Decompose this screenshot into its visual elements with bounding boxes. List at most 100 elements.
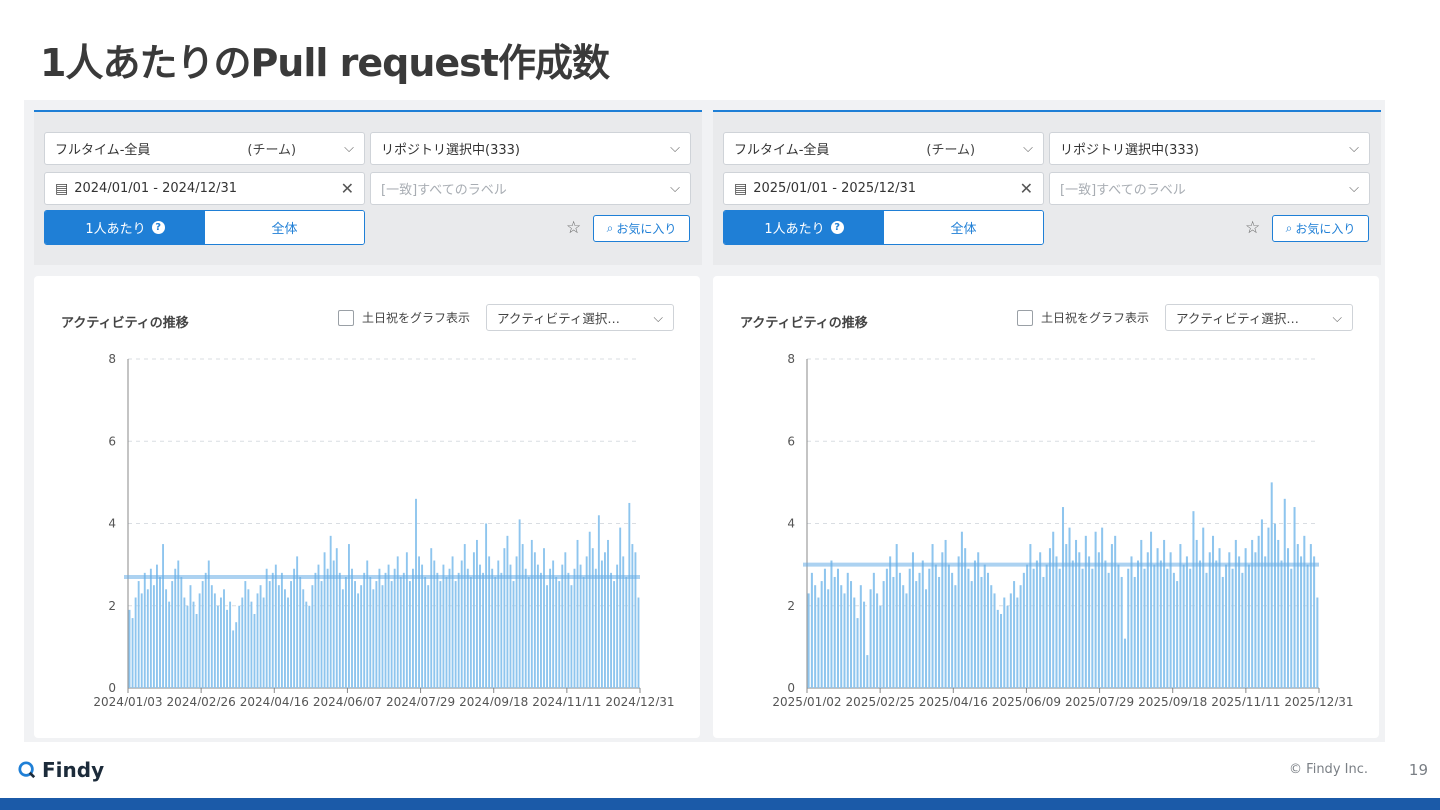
card-title: アクティビティの推移 <box>740 316 868 331</box>
label-select[interactable]: [一致]すべてのラベル ⌵ <box>1049 172 1370 205</box>
bar <box>823 568 826 688</box>
bar <box>317 564 320 688</box>
bar <box>1189 568 1192 688</box>
bar <box>1094 531 1097 688</box>
bar <box>497 560 500 688</box>
repo-select[interactable]: リポジトリ選択中(333) ⌵ <box>370 132 691 165</box>
per-person-tab[interactable]: 1人あたり ? <box>724 211 884 244</box>
weekend-checkbox[interactable]: 土日祝をグラフ表示 <box>1017 309 1149 326</box>
bar <box>415 498 417 688</box>
chevron-down-icon: ⌵ <box>1023 141 1033 156</box>
help-icon[interactable]: ? <box>151 221 165 234</box>
bar <box>996 609 999 688</box>
bar <box>1026 564 1029 688</box>
bar <box>588 531 591 688</box>
bar <box>268 581 271 688</box>
activity-select[interactable]: アクティビティ選択… ⌵ <box>486 304 674 331</box>
date-range-field[interactable]: ▤ 2024/01/01 - 2024/12/31 ✕ <box>44 172 365 205</box>
bar <box>1182 564 1185 688</box>
x-tick-label: 2024/01/03 <box>93 695 162 706</box>
bar <box>1264 556 1267 688</box>
member-select[interactable]: フルタイム-全員 (チーム) ⌵ <box>44 132 365 165</box>
help-icon[interactable]: ? <box>830 221 844 234</box>
bar <box>448 568 451 688</box>
bar <box>152 585 155 688</box>
bar <box>820 581 823 688</box>
bar <box>1287 548 1290 688</box>
date-range-value: 2025/01/01 - 2025/12/31 <box>753 181 917 196</box>
bar <box>128 609 131 688</box>
bar <box>915 581 918 688</box>
bar <box>165 589 168 688</box>
brand-name: Findy <box>42 758 105 782</box>
bar <box>1273 523 1276 688</box>
bar <box>1316 597 1319 688</box>
bar <box>869 589 872 688</box>
bar <box>1254 552 1257 688</box>
page-number: 19 <box>1408 761 1428 779</box>
bar <box>1228 552 1231 688</box>
bar <box>561 564 564 688</box>
bar <box>223 589 225 688</box>
repo-select[interactable]: リポジトリ選択中(333) ⌵ <box>1049 132 1370 165</box>
app-screenshot: フルタイム-全員 (チーム) ⌵ リポジトリ選択中(333) ⌵ ▤ 2024/… <box>24 100 1385 742</box>
bar <box>521 544 524 688</box>
bar <box>925 589 928 688</box>
star-icon[interactable]: ☆ <box>1245 218 1260 238</box>
label-select[interactable]: [一致]すべてのラベル ⌵ <box>370 172 691 205</box>
bar <box>375 581 378 688</box>
date-range-field[interactable]: ▤ 2025/01/01 - 2025/12/31 ✕ <box>723 172 1044 205</box>
bar <box>344 576 347 688</box>
star-icon[interactable]: ☆ <box>566 218 581 238</box>
bar <box>466 568 469 688</box>
bar <box>1120 576 1123 688</box>
chevron-down-icon: ⌵ <box>1349 181 1359 196</box>
member-select[interactable]: フルタイム-全員 (チーム) ⌵ <box>723 132 1044 165</box>
per-person-tab[interactable]: 1人あたり ? <box>45 211 205 244</box>
bar <box>332 560 335 688</box>
bar <box>402 572 405 688</box>
bar <box>1117 564 1120 688</box>
bar <box>335 548 338 688</box>
close-icon[interactable]: ✕ <box>341 179 354 198</box>
bar <box>840 585 843 688</box>
favorites-button[interactable]: ⌕ お気に入り <box>593 215 690 242</box>
favorites-button[interactable]: ⌕ お気に入り <box>1272 215 1369 242</box>
bar <box>351 568 353 688</box>
all-tab[interactable]: 全体 <box>205 211 364 244</box>
bar <box>836 568 839 688</box>
bar <box>1061 507 1065 688</box>
bar <box>889 556 892 688</box>
bar <box>1058 568 1061 688</box>
bar <box>1198 560 1201 688</box>
bar <box>1133 576 1136 688</box>
member-select-label: フルタイム-全員 <box>734 143 830 158</box>
bar <box>524 568 527 688</box>
x-tick-label: 2024/06/07 <box>313 695 382 706</box>
bar <box>280 572 283 688</box>
bar <box>1003 597 1006 688</box>
close-icon[interactable]: ✕ <box>1020 179 1033 198</box>
bar <box>363 572 366 688</box>
bar <box>1277 539 1280 688</box>
bar <box>256 593 259 688</box>
bar <box>436 572 439 688</box>
weekend-checkbox[interactable]: 土日祝をグラフ表示 <box>338 309 470 326</box>
bar <box>543 548 545 688</box>
x-tick-label: 2024/12/31 <box>605 695 674 706</box>
bar <box>366 560 369 688</box>
bar <box>220 597 222 688</box>
bar <box>879 605 882 688</box>
activity-select[interactable]: アクティビティ選択… ⌵ <box>1165 304 1353 331</box>
all-tab[interactable]: 全体 <box>884 211 1043 244</box>
y-tick-label: 8 <box>108 352 116 366</box>
bar <box>1231 568 1234 688</box>
bar <box>549 568 552 688</box>
bar <box>250 601 253 688</box>
bar <box>186 605 189 688</box>
bar <box>1140 539 1143 688</box>
bar <box>274 564 277 688</box>
bar <box>1234 539 1237 688</box>
activity-card: アクティビティの推移 土日祝をグラフ表示 アクティビティ選択… ⌵ 0 2 4 6 8 2… <box>713 276 1379 738</box>
bar <box>859 585 862 688</box>
